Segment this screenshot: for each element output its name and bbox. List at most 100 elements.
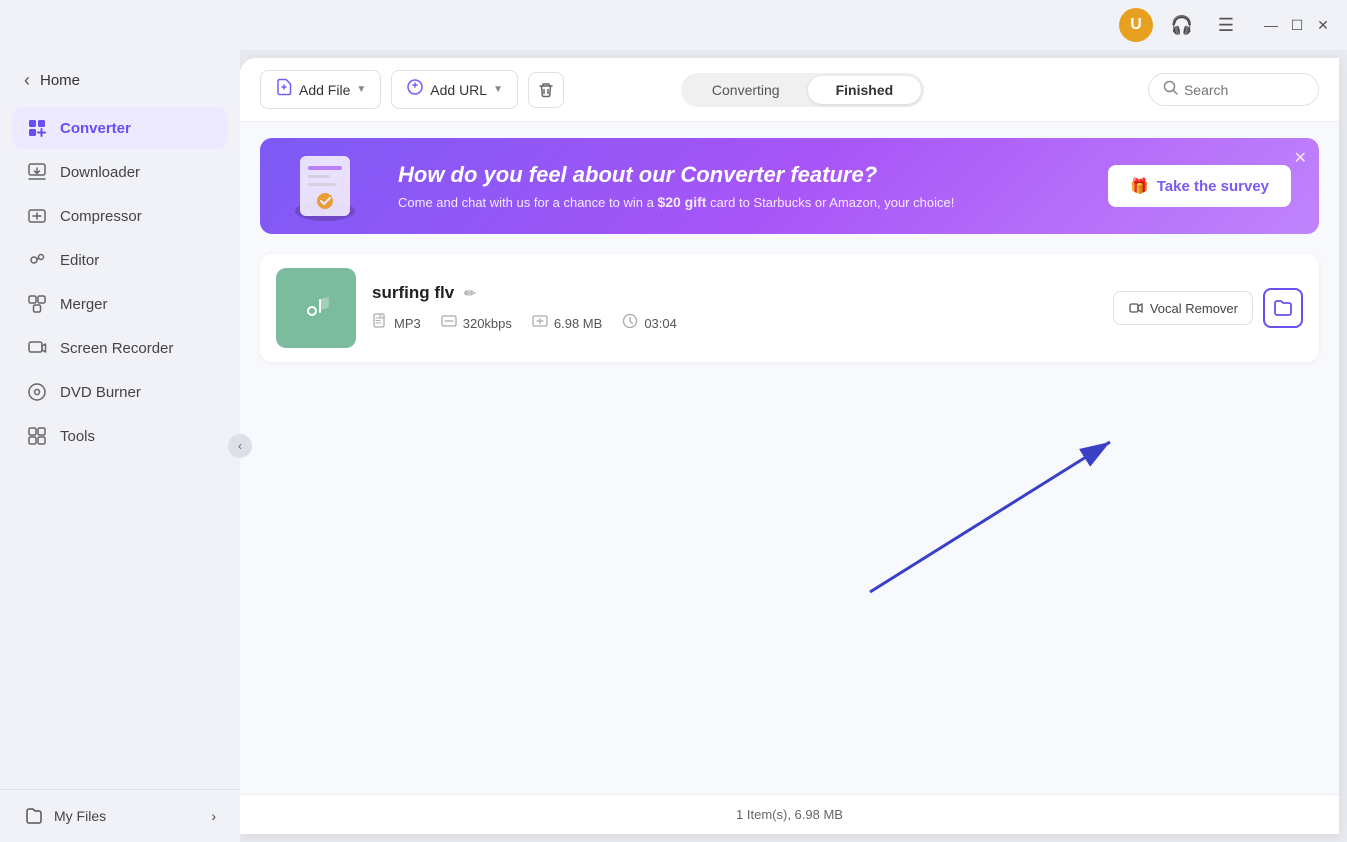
size-value: 6.98 MB — [554, 316, 602, 331]
file-name-row: surfing flv ✏ — [372, 283, 1097, 303]
vocal-remover-label: Vocal Remover — [1150, 301, 1238, 316]
file-actions: Vocal Remover — [1113, 288, 1303, 328]
size-icon — [532, 313, 548, 333]
main-content: How do you feel about our Converter feat… — [240, 122, 1339, 834]
file-size: 6.98 MB — [532, 313, 602, 333]
banner-close-button[interactable]: ✕ — [1294, 148, 1307, 168]
my-files-nav[interactable]: My Files › — [0, 789, 240, 842]
sidebar-item-screen-recorder[interactable]: Screen Recorder — [12, 327, 228, 369]
sidebar-item-label-dvd-burner: DVD Burner — [60, 384, 141, 401]
app-body: ‹ Home Converter — [0, 50, 1347, 842]
add-url-button[interactable]: Add URL ▼ — [391, 70, 518, 109]
bitrate-icon — [441, 313, 457, 333]
sidebar: ‹ Home Converter — [0, 50, 240, 842]
banner-subtitle: Come and chat with us for a chance to wi… — [398, 194, 954, 210]
user-avatar[interactable]: U — [1119, 8, 1153, 42]
window-controls: — ☐ ✕ — [1263, 17, 1331, 33]
status-bar: 1 Item(s), 6.98 MB — [240, 794, 1339, 834]
sidebar-item-label-downloader: Downloader — [60, 164, 140, 181]
minimize-button[interactable]: — — [1263, 17, 1279, 33]
add-url-icon — [406, 78, 424, 101]
home-label: Home — [40, 72, 80, 89]
banner-gift-text: $20 gift — [657, 194, 706, 210]
vocal-remover-icon — [1128, 300, 1144, 316]
tab-finished[interactable]: Finished — [808, 76, 922, 104]
banner-title: How do you feel about our Converter feat… — [398, 162, 954, 188]
file-list: surfing flv ✏ — [240, 246, 1339, 794]
titlebar: U 🎧 ☰ — ☐ ✕ — [0, 0, 1347, 50]
banner-illustration — [280, 141, 370, 231]
sidebar-item-label-editor: Editor — [60, 252, 99, 269]
format-value: MP3 — [394, 316, 421, 331]
search-box — [1148, 73, 1319, 106]
sidebar-item-label-tools: Tools — [60, 428, 95, 445]
vocal-remover-button[interactable]: Vocal Remover — [1113, 291, 1253, 325]
file-format: MP3 — [372, 313, 421, 333]
compressor-icon — [26, 205, 48, 227]
dvd-burner-icon — [26, 381, 48, 403]
survey-banner: How do you feel about our Converter feat… — [260, 138, 1319, 234]
file-bitrate: 320kbps — [441, 313, 512, 333]
sidebar-item-label-screen-recorder: Screen Recorder — [60, 340, 173, 357]
add-file-icon — [275, 78, 293, 101]
format-icon — [372, 313, 388, 333]
duration-value: 03:04 — [644, 316, 677, 331]
trash-icon — [537, 81, 555, 99]
status-text: 1 Item(s), 6.98 MB — [736, 807, 843, 822]
add-file-dropdown-icon: ▼ — [356, 84, 366, 95]
maximize-button[interactable]: ☐ — [1289, 17, 1305, 33]
sidebar-item-merger[interactable]: Merger — [12, 283, 228, 325]
toolbar: Add File ▼ Add URL ▼ Convert — [240, 58, 1339, 122]
sidebar-item-compressor[interactable]: Compressor — [12, 195, 228, 237]
sidebar-item-editor[interactable]: Editor — [12, 239, 228, 281]
bitrate-value: 320kbps — [463, 316, 512, 331]
tab-converting[interactable]: Converting — [684, 76, 808, 104]
sidebar-item-dvd-burner[interactable]: DVD Burner — [12, 371, 228, 413]
sidebar-nav: Converter Downloader — [0, 103, 240, 789]
my-files-label: My Files — [54, 808, 106, 824]
merger-icon — [26, 293, 48, 315]
duration-icon — [622, 313, 638, 333]
tab-switcher: Converting Finished — [681, 73, 924, 107]
tools-icon — [26, 425, 48, 447]
menu-icon[interactable]: ☰ — [1211, 10, 1241, 40]
add-url-dropdown-icon: ▼ — [493, 84, 503, 95]
add-url-label: Add URL — [430, 82, 487, 98]
sidebar-item-downloader[interactable]: Downloader — [12, 151, 228, 193]
file-name: surfing flv — [372, 283, 454, 303]
editor-icon — [26, 249, 48, 271]
sidebar-collapse-button[interactable]: ‹ — [228, 434, 252, 458]
take-survey-button[interactable]: 🎁 Take the survey — [1108, 165, 1291, 207]
home-nav-item[interactable]: ‹ Home — [0, 58, 240, 103]
search-input[interactable] — [1184, 82, 1304, 98]
banner-text: How do you feel about our Converter feat… — [398, 162, 954, 210]
file-info: surfing flv ✏ — [372, 283, 1097, 333]
sidebar-item-label-compressor: Compressor — [60, 208, 142, 225]
converter-icon — [26, 117, 48, 139]
open-folder-button[interactable] — [1263, 288, 1303, 328]
my-files-arrow: › — [211, 808, 216, 824]
delete-button[interactable] — [528, 72, 564, 108]
gift-icon: 🎁 — [1130, 177, 1149, 195]
table-row: surfing flv ✏ — [260, 254, 1319, 362]
sidebar-item-converter[interactable]: Converter — [12, 107, 228, 149]
add-file-button[interactable]: Add File ▼ — [260, 70, 381, 109]
file-edit-icon[interactable]: ✏ — [464, 285, 476, 302]
sidebar-item-label-merger: Merger — [60, 296, 108, 313]
file-duration: 03:04 — [622, 313, 677, 333]
downloader-icon — [26, 161, 48, 183]
file-thumbnail — [276, 268, 356, 348]
screen-recorder-icon — [26, 337, 48, 359]
back-arrow-icon: ‹ — [24, 70, 30, 91]
close-button[interactable]: ✕ — [1315, 17, 1331, 33]
search-icon — [1163, 80, 1178, 99]
add-file-label: Add File — [299, 82, 350, 98]
main-panel: Add File ▼ Add URL ▼ Convert — [240, 58, 1339, 834]
file-meta: MP3 320kbps — [372, 313, 1097, 333]
survey-btn-label: Take the survey — [1157, 178, 1269, 195]
folder-icon — [1273, 298, 1293, 318]
sidebar-item-label-converter: Converter — [60, 120, 131, 137]
headphone-icon[interactable]: 🎧 — [1167, 10, 1197, 40]
sidebar-item-tools[interactable]: Tools — [12, 415, 228, 457]
my-files-icon — [24, 806, 44, 826]
